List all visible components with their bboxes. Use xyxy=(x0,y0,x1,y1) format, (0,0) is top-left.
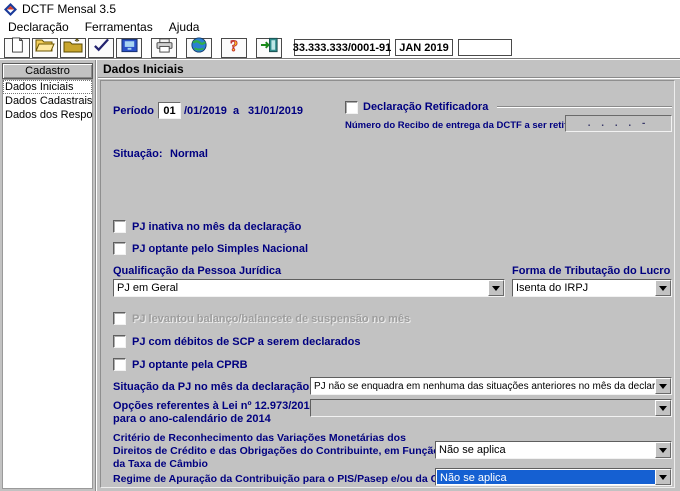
open-folder-button[interactable] xyxy=(32,37,58,58)
check-icon xyxy=(93,38,110,57)
regime-combobox[interactable]: Não se aplica xyxy=(435,468,672,486)
periodo-end-text: 31/01/2019 xyxy=(248,105,304,117)
transmit-button[interactable] xyxy=(116,37,142,58)
balanco-checkbox xyxy=(113,312,126,325)
forma-value: Isenta do IRPJ xyxy=(516,282,589,294)
criterio-combobox[interactable]: Não se aplica xyxy=(435,441,672,459)
validate-button[interactable] xyxy=(88,37,114,58)
regime-value: Não se aplica xyxy=(437,470,655,484)
sidebar-header-cadastro[interactable]: Cadastro xyxy=(2,63,93,79)
opcoes-value xyxy=(311,400,655,416)
simples-checkbox[interactable] xyxy=(113,242,126,255)
chevron-down-icon[interactable] xyxy=(655,469,671,485)
close-folder-icon xyxy=(63,37,83,58)
sidebar-item-dados-cadastrais[interactable]: Dados Cadastrais do E xyxy=(3,94,92,108)
sidebar-separator xyxy=(95,60,97,491)
app-window: DCTF Mensal 3.5 Declaração Ferramentas A… xyxy=(0,0,680,491)
regime-label: Regime de Apuração da Contribuição para … xyxy=(113,473,464,485)
close-folder-button[interactable] xyxy=(60,37,86,58)
new-document-button[interactable] xyxy=(4,37,30,58)
criterio-label-line3: da Taxa de Câmbio xyxy=(113,458,208,470)
sidebar-item-dados-responsaveis[interactable]: Dados dos Responsáv xyxy=(3,108,92,122)
opcoes-label-line1: Opções referentes à Lei nº 12.973/2014 xyxy=(113,400,316,412)
periodo-a-text: a xyxy=(233,105,240,117)
situacao-pj-value: PJ não se enquadra em nenhuma das situaç… xyxy=(314,381,655,392)
chevron-down-icon[interactable] xyxy=(655,378,671,394)
forma-combobox[interactable]: Isenta do IRPJ xyxy=(512,279,672,297)
window-title: DCTF Mensal 3.5 xyxy=(22,2,117,16)
criterio-value: Não se aplica xyxy=(439,444,506,456)
criterio-label-line1: Critério de Reconhecimento das Variações… xyxy=(113,432,406,444)
open-folder-icon xyxy=(35,38,55,58)
transmit-icon xyxy=(120,38,138,58)
menu-ajuda[interactable]: Ajuda xyxy=(161,19,208,35)
scp-label[interactable]: PJ com débitos de SCP a serem declarados xyxy=(132,336,360,348)
new-document-icon xyxy=(9,37,25,58)
simples-label[interactable]: PJ optante pelo Simples Nacional xyxy=(132,243,308,255)
chevron-down-icon[interactable] xyxy=(655,442,671,458)
period-field: JAN 2019 xyxy=(395,39,453,56)
title-bar: DCTF Mensal 3.5 xyxy=(0,0,680,18)
svg-text:?: ? xyxy=(230,38,238,54)
print-icon xyxy=(155,37,174,58)
extra-field xyxy=(458,39,512,56)
internet-button[interactable] xyxy=(186,37,212,58)
inativa-label[interactable]: PJ inativa no mês da declaração xyxy=(132,221,301,233)
cprb-checkbox[interactable] xyxy=(113,358,126,371)
qualificacao-combobox[interactable]: PJ em Geral xyxy=(113,279,505,297)
page-title: Dados Iniciais xyxy=(103,62,184,76)
recibo-field: . . . . - xyxy=(565,115,672,132)
print-button[interactable] xyxy=(151,37,177,58)
chevron-down-icon[interactable] xyxy=(655,280,671,296)
scp-checkbox[interactable] xyxy=(113,335,126,348)
exit-button[interactable] xyxy=(256,37,282,58)
toolbar: ? 33.333.333/0001-91 JAN 2019 xyxy=(0,36,680,59)
situacao-label: Situação: xyxy=(113,148,163,160)
exit-door-icon xyxy=(260,37,279,58)
help-icon: ? xyxy=(227,37,241,59)
opcoes-label-line2: para o ano-calendário de 2014 xyxy=(113,413,271,425)
chevron-down-icon[interactable] xyxy=(488,280,504,296)
globe-icon xyxy=(191,37,207,58)
criterio-label-line2: Direitos de Crédito e das Obrigações do … xyxy=(113,445,440,457)
situacao-value: Normal xyxy=(170,148,208,160)
cnpj-field: 33.333.333/0001-91 xyxy=(293,39,391,56)
situacao-pj-combobox[interactable]: PJ não se enquadra em nenhuma das situaç… xyxy=(310,377,672,395)
forma-label: Forma de Tributação do Lucro xyxy=(512,265,671,277)
situacao-pj-label: Situação da PJ no mês da declaração xyxy=(113,381,310,393)
retificadora-checkbox[interactable] xyxy=(345,101,358,114)
recibo-label: Número do Recibo de entrega da DCTF a se… xyxy=(345,120,592,131)
chevron-down-icon xyxy=(655,400,671,416)
periodo-day-input[interactable]: 01 xyxy=(158,102,181,119)
app-logo-icon xyxy=(4,2,17,16)
menu-ferramentas[interactable]: Ferramentas xyxy=(77,19,161,35)
retificadora-groupline xyxy=(497,106,672,108)
help-button[interactable]: ? xyxy=(221,37,247,59)
menu-declaracao[interactable]: Declaração xyxy=(0,19,77,35)
opcoes-combobox xyxy=(310,399,672,417)
retificadora-label[interactable]: Declaração Retificadora xyxy=(363,101,488,113)
page-title-separator xyxy=(98,77,680,79)
periodo-rest-text: /01/2019 xyxy=(184,105,227,117)
menu-bar: Declaração Ferramentas Ajuda xyxy=(0,18,680,36)
cprb-label[interactable]: PJ optante pela CPRB xyxy=(132,359,248,371)
sidebar-item-dados-iniciais[interactable]: Dados Iniciais xyxy=(3,80,92,94)
balanco-label: PJ levantou balanço/balancete de suspens… xyxy=(132,313,411,325)
sidebar-list: Dados Iniciais Dados Cadastrais do E Dad… xyxy=(2,79,93,489)
periodo-label: Período xyxy=(113,105,154,117)
qualificacao-value: PJ em Geral xyxy=(117,282,179,294)
qualificacao-label: Qualificação da Pessoa Jurídica xyxy=(113,265,282,277)
inativa-checkbox[interactable] xyxy=(113,220,126,233)
